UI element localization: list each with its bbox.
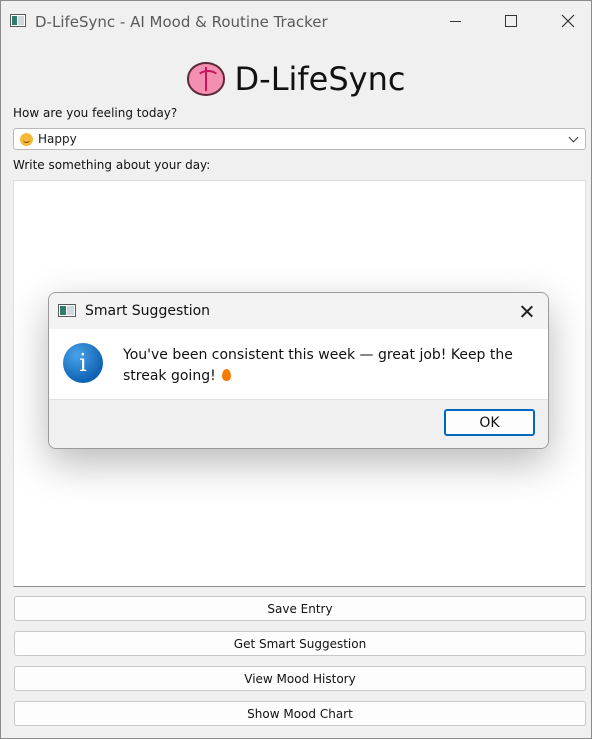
dialog-title: Smart Suggestion [85,303,211,319]
view-mood-history-button[interactable]: View Mood History [14,666,586,691]
window-title: D-LifeSync - AI Mood & Routine Tracker [35,13,328,31]
close-icon [561,14,575,28]
mood-selected-value: Happy [38,132,77,146]
fire-icon [221,369,231,381]
info-icon: i [63,343,103,383]
ok-button[interactable]: OK [444,409,535,436]
mood-label: How are you feeling today? [13,106,178,120]
smiling-face-icon [20,132,33,146]
title-bar: D-LifeSync - AI Mood & Routine Tracker [1,1,591,41]
dialog-body: i You've been consistent this week — gre… [49,329,548,399]
save-entry-button[interactable]: Save Entry [14,596,586,621]
maximize-icon [505,15,517,27]
close-window-button[interactable] [545,1,591,41]
dialog-footer: OK [49,399,548,448]
show-mood-chart-button[interactable]: Show Mood Chart [14,701,586,726]
journal-label: Write something about your day: [13,158,211,172]
mood-dropdown[interactable]: Happy [13,128,586,150]
dialog-message: You've been consistent this week — great… [123,345,543,387]
brain-icon [186,62,225,96]
dialog-app-icon [58,304,76,317]
smart-suggestion-dialog: Smart Suggestion i You've been consisten… [48,292,549,449]
app-heading: D-LifeSync [234,60,406,98]
minimize-button[interactable] [432,1,478,41]
dialog-close-button[interactable] [516,301,538,323]
get-smart-suggestion-button[interactable]: Get Smart Suggestion [14,631,586,656]
maximize-button[interactable] [488,1,534,41]
dialog-message-text: You've been consistent this week — great… [123,347,513,384]
dialog-title-bar: Smart Suggestion [49,293,548,329]
minimize-icon [449,20,461,22]
app-window-icon [10,14,26,27]
app-header: D-LifeSync [1,57,591,101]
chevron-down-icon [568,132,579,143]
